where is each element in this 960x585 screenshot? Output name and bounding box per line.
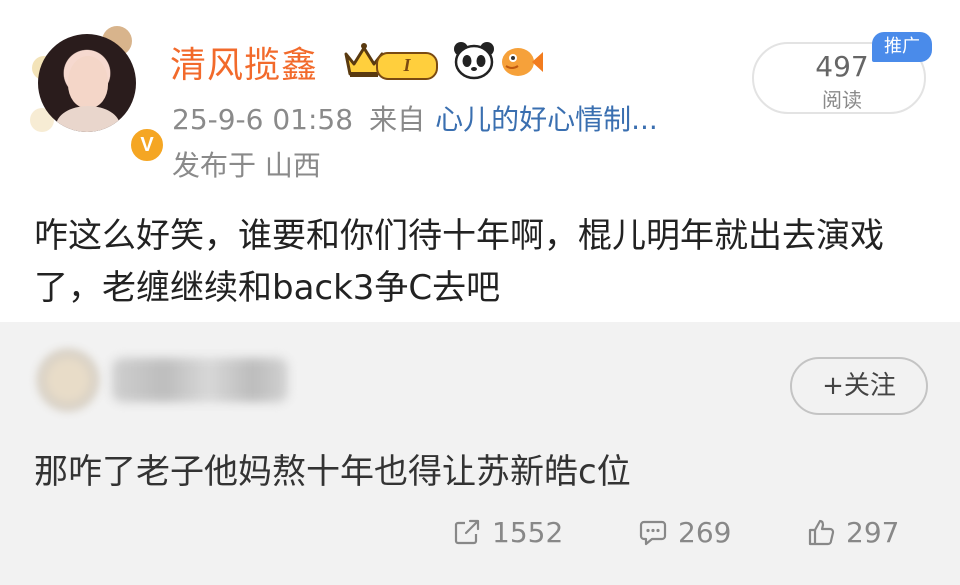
repost-icon	[454, 519, 480, 545]
promo-badge[interactable]: 推广	[872, 32, 932, 62]
verified-v-icon: V	[128, 126, 166, 164]
post-card: V 清风揽鑫 I 25-9-6 01:58 来自 心儿的好心情制... 发布于 山西…	[0, 0, 960, 322]
post-text: 咋这么好笑，谁要和你们待十年啊，棍儿明年就出去演戏了，老缠继续和back3争C去…	[34, 216, 884, 308]
from-label: 来自	[369, 103, 426, 136]
comment-count: 269	[678, 515, 732, 549]
username[interactable]: 清风揽鑫	[170, 36, 318, 88]
comment-text: 那咋了老子他妈熬十年也得让苏新皓c位	[34, 452, 631, 492]
avatar-body	[56, 106, 120, 132]
source-link[interactable]: 心儿的好心情制...	[435, 103, 658, 136]
thumbs-up-icon	[808, 519, 835, 546]
level-badge[interactable]: I	[342, 40, 442, 80]
like-button[interactable]: 297	[806, 510, 899, 554]
location: 发布于 山西	[172, 149, 321, 182]
fish-icon[interactable]	[500, 42, 544, 80]
avatar[interactable]	[38, 34, 136, 132]
read-label: 阅读	[822, 88, 862, 112]
panda-icon[interactable]	[452, 40, 496, 80]
comment-icon	[639, 520, 667, 546]
level-badge-label: I	[376, 52, 438, 80]
user-avatar-frame[interactable]: V	[30, 26, 166, 164]
repost-button[interactable]: 1552	[452, 510, 563, 554]
follow-button[interactable]: +关注	[790, 357, 928, 415]
like-count: 297	[846, 515, 900, 549]
comment-button[interactable]: 269	[638, 510, 731, 554]
post-meta: 25-9-6 01:58 来自 心儿的好心情制...	[172, 98, 658, 138]
commenter-avatar[interactable]	[36, 348, 100, 412]
avatar-face	[68, 56, 108, 108]
timestamp: 25-9-6 01:58	[172, 103, 354, 136]
commenter-name-blurred[interactable]	[112, 358, 288, 402]
repost-count: 1552	[492, 515, 564, 549]
